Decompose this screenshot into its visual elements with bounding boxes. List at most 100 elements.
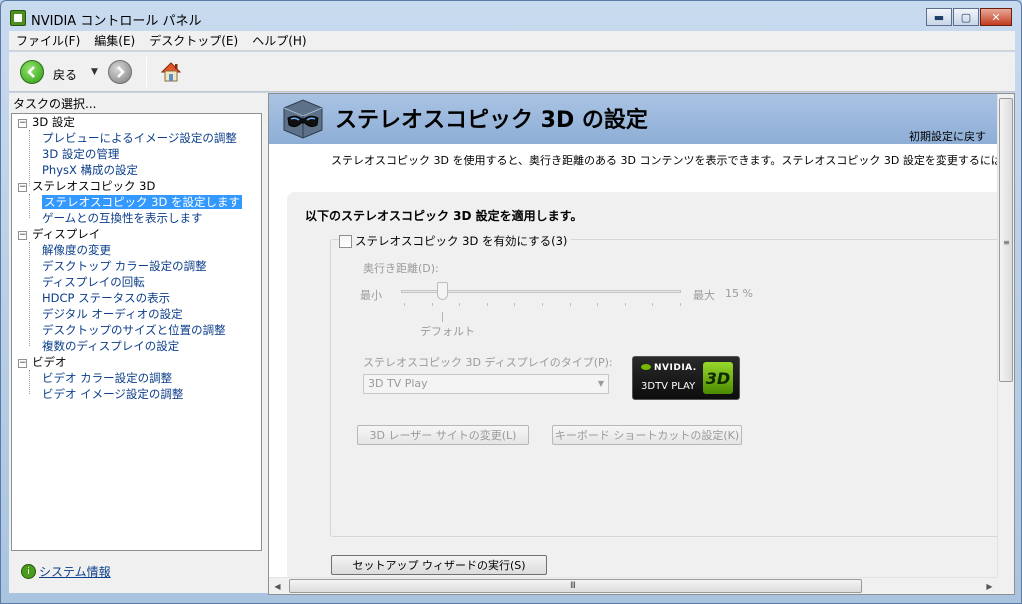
stereoscopic-3d-icon [283,99,323,139]
task-tree: −3D 設定 プレビューによるイメージ設定の調整 3D 設定の管理 PhysX … [11,113,262,551]
slider-max-label: 最大 [693,289,715,302]
tree-item-multiple-displays[interactable]: 複数のディスプレイの設定 [42,338,179,354]
scroll-grip-icon: III [570,581,576,591]
default-label: デフォルト [420,325,475,338]
tree-item-preview-image-settings[interactable]: プレビューによるイメージ設定の調整 [42,130,237,146]
back-history-dropdown-icon[interactable]: ▼ [91,67,98,77]
back-button-label[interactable]: 戻る [53,66,77,83]
tree-item-rotate-display[interactable]: ディスプレイの回転 [42,274,145,290]
settings-panel: 以下のステレオスコピック 3D 設定を適用します。 ステレオスコピック 3D を… [287,192,1010,592]
3dtv-play-text: 3DTV PLAY [641,381,696,392]
window-controls: ▬ ▢ ✕ [926,8,1012,26]
task-pane: タスクの選択... −3D 設定 プレビューによるイメージ設定の調整 3D 設定… [9,93,265,593]
enable-stereo-3d-label[interactable]: ステレオスコピック 3D を有効にする(3) [355,233,567,249]
slider-tick [597,303,598,306]
restore-defaults-link[interactable]: 初期設定に戻す [909,128,986,144]
info-icon: i [21,564,36,579]
display-type-value: 3D TV Play [368,377,428,390]
right-arrow-icon [117,66,125,78]
system-info-link[interactable]: i システム情報 [21,563,111,580]
tree-item-digital-audio[interactable]: デジタル オーディオの設定 [42,306,183,322]
menu-desktop[interactable]: デスクトップ(E) [142,32,245,49]
tree-category-3d-settings[interactable]: −3D 設定 [18,114,75,130]
tree-category-video[interactable]: − ビデオ [18,354,67,370]
enable-stereo-3d-checkbox[interactable] [339,234,352,248]
tree-item-game-compatibility[interactable]: ゲームとの互換性を表示します [42,210,203,226]
horizontal-scrollbar[interactable]: ◀ III ▶ [269,577,998,594]
slider-tick [432,303,433,306]
depth-slider-ticks [404,303,681,307]
tree-item-video-image[interactable]: ビデオ イメージ設定の調整 [42,386,183,402]
slider-value-readout: 15 % [725,287,753,300]
maximize-button[interactable]: ▢ [953,8,979,26]
tree-item-manage-3d-settings[interactable]: 3D 設定の管理 [42,146,119,162]
tree-category-stereoscopic-3d[interactable]: − ステレオスコピック 3D [18,178,155,194]
slider-tick [652,303,653,306]
nvidia-logo-text: NVIDIA. [641,363,697,373]
home-icon[interactable] [159,60,183,84]
scroll-right-icon[interactable]: ▶ [981,578,998,594]
content-pane: ステレオスコピック 3D の設定 初期設定に戻す ステレオスコピック 3D を使… [268,93,1015,595]
forward-arrow-icon[interactable] [108,60,132,84]
slider-tick [487,303,488,306]
vertical-scrollbar[interactable]: ▲ ≡ [997,94,1014,578]
app-window: NVIDIA コントロール パネル ▬ ▢ ✕ ファイル(F) 編集(E) デス… [0,0,1022,604]
horizontal-scroll-thumb[interactable]: III [289,579,862,593]
chevron-down-icon: ▼ [597,379,604,388]
collapse-toggle-icon[interactable]: − [18,119,27,128]
slider-tick [542,303,543,306]
left-arrow-icon [27,66,35,78]
enable-stereo-3d-checkbox-row[interactable]: ステレオスコピック 3D を有効にする(3) [339,233,572,249]
slider-min-label: 最小 [360,289,382,302]
menu-bar: ファイル(F) 編集(E) デスクトップ(E) ヘルプ(H) [9,31,1015,51]
tree-guide-line [29,194,30,218]
keyboard-shortcuts-button[interactable]: キーボード ショートカットの設定(K) [552,425,742,445]
menu-file[interactable]: ファイル(F) [9,32,87,49]
change-laser-sight-button[interactable]: 3D レーザー サイトの変更(L) [357,425,529,445]
default-marker [442,312,443,322]
vertical-scroll-thumb[interactable]: ≡ [999,98,1013,382]
tree-item-video-color[interactable]: ビデオ カラー設定の調整 [42,370,172,386]
page-title: ステレオスコピック 3D の設定 [335,108,648,133]
slider-tick [570,303,571,306]
close-button[interactable]: ✕ [980,8,1012,26]
slider-tick [680,303,681,306]
collapse-toggle-icon[interactable]: − [18,359,27,368]
tree-item-set-stereoscopic-3d[interactable]: ステレオスコピック 3D を設定します [42,194,242,210]
3dtv-play-logo: NVIDIA. 3DTV PLAY 3D [632,356,740,400]
tree-item-hdcp-status[interactable]: HDCP ステータスの表示 [42,290,170,306]
nvidia-eye-icon [641,364,651,370]
tree-item-physx-config[interactable]: PhysX 構成の設定 [42,162,138,178]
tree-item-desktop-color[interactable]: デスクトップ カラー設定の調整 [42,258,207,274]
menu-help[interactable]: ヘルプ(H) [245,32,313,49]
tree-category-display[interactable]: − ディスプレイ [18,226,100,242]
slider-tick [459,303,460,306]
collapse-toggle-icon[interactable]: − [18,231,27,240]
nvidia-app-icon [10,10,26,26]
menu-edit[interactable]: 編集(E) [87,32,142,49]
minimize-button[interactable]: ▬ [926,8,952,26]
slider-tick [514,303,515,306]
run-setup-wizard-button[interactable]: セットアップ ウィザードの実行(S) [331,555,547,575]
tree-guide-line [29,242,30,346]
back-arrow-icon[interactable] [20,60,44,84]
toolbar-separator [146,57,147,87]
tree-item-desktop-size-position[interactable]: デスクトップのサイズと位置の調整 [42,322,226,338]
apply-settings-heading: 以下のステレオスコピック 3D 設定を適用します。 [305,209,583,223]
depth-amount-label: 奥行き距離(D): [363,262,439,275]
scroll-left-icon[interactable]: ◀ [269,578,286,594]
tree-item-change-resolution[interactable]: 解像度の変更 [42,242,111,258]
page-description: ステレオスコピック 3D を使用すると、奥行き距離のある 3D コンテンツを表示… [331,154,1015,167]
task-selection-label: タスクの選択... [13,97,97,111]
system-info-label[interactable]: システム情報 [39,563,111,580]
page-header: ステレオスコピック 3D の設定 初期設定に戻す [269,94,998,144]
slider-tick [625,303,626,306]
collapse-toggle-icon[interactable]: − [18,183,27,192]
depth-slider-thumb[interactable] [437,282,448,300]
display-type-select[interactable]: 3D TV Play ▼ [363,374,609,394]
toolbar: 戻る ▼ [9,52,1015,92]
display-type-label: ステレオスコピック 3D ディスプレイのタイプ(P): [363,356,613,369]
scroll-grip-icon: ≡ [1003,238,1010,247]
title-bar[interactable]: NVIDIA コントロール パネル ▬ ▢ ✕ [1,1,1021,31]
window-title: NVIDIA コントロール パネル [31,14,202,29]
